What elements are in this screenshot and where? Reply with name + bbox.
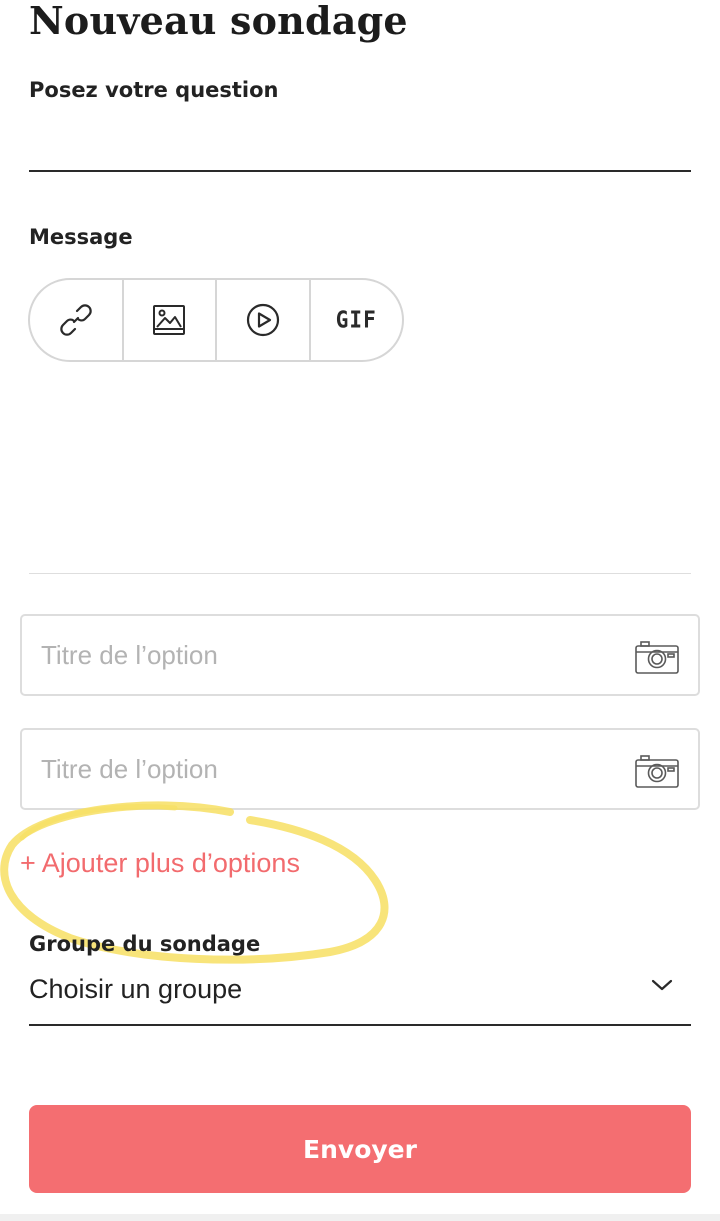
option-field-1 [20,614,700,696]
bottom-edge [0,1214,720,1221]
page-title: Nouveau sondage [29,0,408,43]
message-label: Message [29,225,133,249]
camera-icon[interactable] [634,639,680,675]
gif-icon: GIF [335,306,377,334]
insert-gif-button[interactable]: GIF [311,280,403,360]
question-input[interactable] [29,120,691,172]
group-select-value: Choisir un groupe [29,974,243,1004]
submit-button[interactable]: Envoyer [29,1105,691,1193]
add-more-options-link[interactable]: + Ajouter plus d’options [20,846,300,880]
link-icon [60,304,92,336]
insert-image-button[interactable] [124,280,217,360]
camera-icon[interactable] [634,753,680,789]
group-select[interactable]: Choisir un groupe [29,962,691,1026]
option-title-input-2[interactable] [41,730,621,808]
group-label: Groupe du sondage [29,932,261,956]
media-toolbar: GIF [28,278,404,362]
message-textarea[interactable] [29,372,691,572]
question-label: Posez votre question [29,78,279,102]
insert-link-button[interactable] [30,280,124,360]
image-icon [153,305,186,335]
insert-video-button[interactable] [217,280,311,360]
option-title-input-1[interactable] [41,616,621,694]
play-circle-icon [246,303,279,337]
message-divider [29,573,691,574]
option-field-2 [20,728,700,810]
chevron-down-icon [651,979,673,991]
